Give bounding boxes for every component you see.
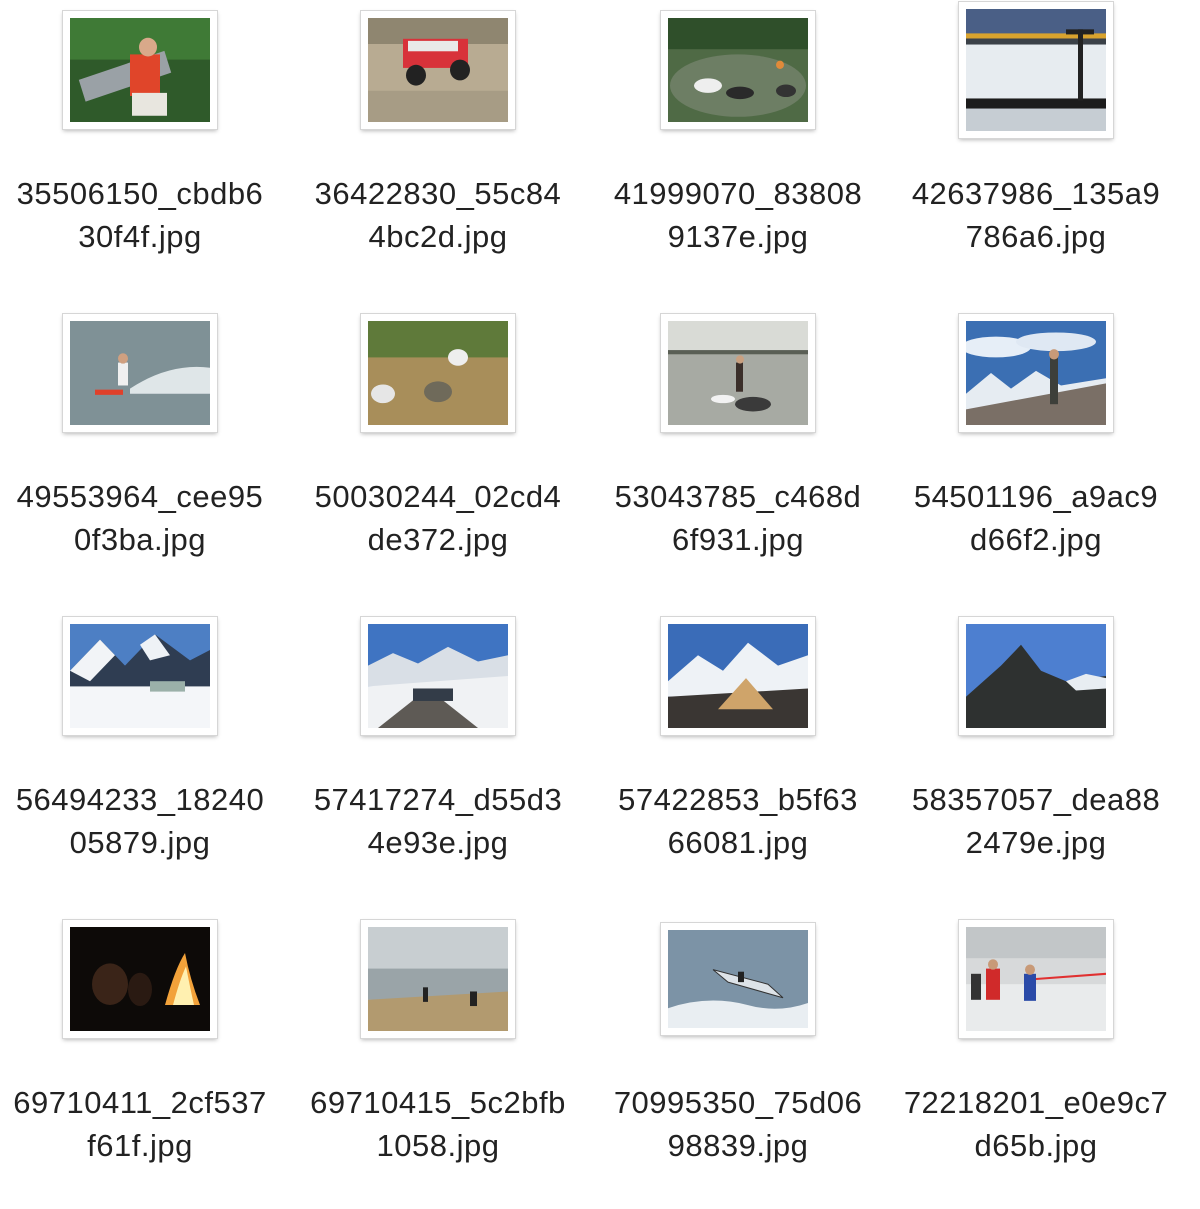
photo-group-summit-icon bbox=[361, 617, 515, 735]
file-name-line-1: 50030244_02cd4 bbox=[314, 479, 562, 514]
file-name-line-2: 4e93e.jpg bbox=[367, 825, 509, 860]
file-name-line-2: 786a6.jpg bbox=[965, 219, 1107, 254]
file-name-line-1: 69710411_2cf537 bbox=[13, 1085, 267, 1120]
file-item[interactable]: 53043785_c468d 6f931.jpg bbox=[593, 303, 883, 603]
file-name-line-2: 98839.jpg bbox=[667, 1128, 809, 1163]
file-name-line-1: 72218201_e0e9c7 bbox=[903, 1085, 1169, 1120]
file-item[interactable]: 42637986_135a9 786a6.jpg bbox=[891, 0, 1181, 300]
file-name-line-1: 36422830_55c84 bbox=[314, 176, 562, 211]
file-name-line-1: 69710415_5c2bfb bbox=[310, 1085, 566, 1120]
file-name-line-1: 41999070_83808 bbox=[613, 176, 863, 211]
file-name-line-2: 6f931.jpg bbox=[671, 522, 805, 557]
file-name-line-1: 58357057_dea88 bbox=[911, 782, 1161, 817]
photo-man-lake-dog-icon bbox=[661, 314, 815, 432]
file-name-line-2: 66081.jpg bbox=[667, 825, 809, 860]
file-name-line-2: d66f2.jpg bbox=[969, 522, 1103, 557]
file-item[interactable]: 70995350_75d06 98839.jpg bbox=[593, 909, 883, 1209]
file-name-line-1: 57417274_d55d3 bbox=[313, 782, 563, 817]
file-item[interactable]: 57422853_b5f63 66081.jpg bbox=[593, 606, 883, 906]
file-item[interactable]: 56494233_18240 05879.jpg bbox=[0, 606, 285, 906]
file-name-line-1: 57422853_b5f63 bbox=[618, 782, 858, 817]
file-name-line-2: d65b.jpg bbox=[974, 1128, 1098, 1163]
thumbnail-frame bbox=[891, 909, 1181, 1049]
file-name-line-2: 9137e.jpg bbox=[667, 219, 809, 254]
photo-cliff-fog-icon bbox=[361, 920, 515, 1038]
thumbnail-frame bbox=[0, 606, 285, 746]
file-item[interactable]: 57417274_d55d3 4e93e.jpg bbox=[293, 606, 583, 906]
thumbnail-frame bbox=[0, 0, 285, 140]
photo-hiker-mountains-icon bbox=[959, 314, 1113, 432]
file-name-line-2: 1058.jpg bbox=[376, 1128, 500, 1163]
file-name-line-2: de372.jpg bbox=[367, 522, 509, 557]
file-item[interactable]: 49553964_cee95 0f3ba.jpg bbox=[0, 303, 285, 603]
photo-snowy-peaks-icon bbox=[63, 617, 217, 735]
thumbnail-frame bbox=[0, 909, 285, 1049]
file-name-line-1: 54501196_a9ac9 bbox=[913, 479, 1159, 514]
thumbnail-frame bbox=[891, 0, 1181, 140]
photo-dock-sunset-lake-icon bbox=[959, 2, 1113, 138]
photo-water-skier-icon bbox=[63, 314, 217, 432]
thumbnail-frame bbox=[293, 0, 583, 140]
thumbnail-frame bbox=[891, 303, 1181, 443]
file-item[interactable]: 35506150_cbdb6 30f4f.jpg bbox=[0, 0, 285, 300]
photo-campfire-night-icon bbox=[63, 920, 217, 1038]
thumbnail-frame bbox=[593, 0, 883, 140]
file-item[interactable]: 54501196_a9ac9 d66f2.jpg bbox=[891, 303, 1181, 603]
photo-windsurfer-jump-icon bbox=[661, 923, 815, 1035]
thumbnail-frame bbox=[293, 909, 583, 1049]
file-name-line-2: f61f.jpg bbox=[87, 1128, 193, 1163]
file-item[interactable]: 36422830_55c84 4bc2d.jpg bbox=[293, 0, 583, 300]
photo-tent-mountain-icon bbox=[661, 617, 815, 735]
thumbnail-frame bbox=[891, 606, 1181, 746]
file-name-line-2: 0f3ba.jpg bbox=[73, 522, 207, 557]
file-name-line-2: 2479e.jpg bbox=[965, 825, 1107, 860]
file-item[interactable]: 41999070_83808 9137e.jpg bbox=[593, 0, 883, 300]
thumbnail-frame bbox=[0, 303, 285, 443]
photo-dogs-in-pond-icon bbox=[661, 11, 815, 129]
thumbnail-frame bbox=[593, 303, 883, 443]
file-name-line-1: 42637986_135a9 bbox=[911, 176, 1161, 211]
file-item[interactable]: 72218201_e0e9c7 d65b.jpg bbox=[891, 909, 1181, 1209]
file-name-line-2: 30f4f.jpg bbox=[78, 219, 202, 254]
file-name-line-2: 05879.jpg bbox=[69, 825, 211, 860]
file-name-line-1: 35506150_cbdb6 bbox=[16, 176, 264, 211]
photo-peak-silhouette-icon bbox=[959, 617, 1113, 735]
thumbnail-frame bbox=[293, 606, 583, 746]
photo-boy-on-bench-icon bbox=[63, 11, 217, 129]
photo-grass-rocks-icon bbox=[361, 314, 515, 432]
photo-red-jeep-rocks-icon bbox=[361, 11, 515, 129]
file-item[interactable]: 69710411_2cf537 f61f.jpg bbox=[0, 909, 285, 1209]
file-name-line-1: 49553964_cee95 bbox=[16, 479, 264, 514]
photo-runners-snow-icon bbox=[959, 920, 1113, 1038]
file-icon-grid: 35506150_cbdb6 30f4f.jpg 36422830_55c84 … bbox=[0, 0, 1200, 1200]
file-name-line-2: 4bc2d.jpg bbox=[368, 219, 508, 254]
thumbnail-frame bbox=[593, 909, 883, 1049]
thumbnail-frame bbox=[293, 303, 583, 443]
file-item[interactable]: 58357057_dea88 2479e.jpg bbox=[891, 606, 1181, 906]
file-name-line-1: 56494233_18240 bbox=[15, 782, 265, 817]
file-name-line-1: 53043785_c468d bbox=[614, 479, 862, 514]
thumbnail-frame bbox=[593, 606, 883, 746]
file-name-line-1: 70995350_75d06 bbox=[613, 1085, 863, 1120]
file-item[interactable]: 50030244_02cd4 de372.jpg bbox=[293, 303, 583, 603]
file-item[interactable]: 69710415_5c2bfb 1058.jpg bbox=[293, 909, 583, 1209]
